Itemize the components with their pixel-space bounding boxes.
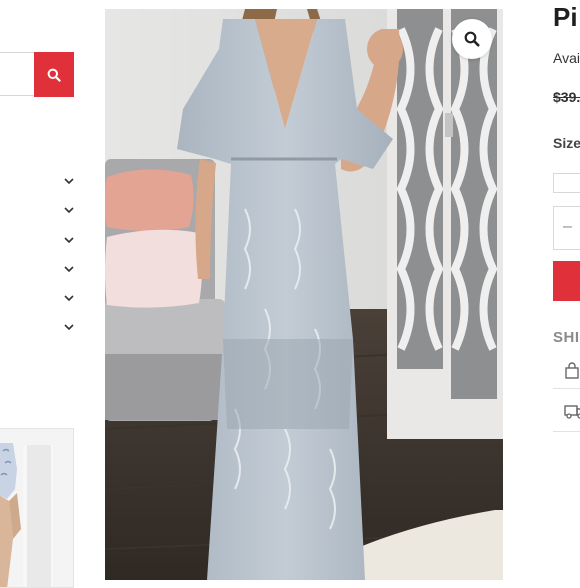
quantity-decrease-button[interactable]: – (563, 218, 572, 236)
dress-photo (105, 9, 503, 580)
zoom-button[interactable] (452, 19, 492, 59)
size-select[interactable] (553, 173, 580, 193)
filter-toggle-6[interactable] (62, 320, 76, 334)
add-to-cart-button[interactable] (553, 261, 580, 301)
shipping-divider (553, 431, 580, 432)
filter-toggle-3[interactable] (62, 233, 76, 247)
chevron-down-icon (64, 236, 74, 243)
filter-toggle-5[interactable] (62, 291, 76, 305)
search-icon (47, 68, 61, 82)
availability-text: Avai (553, 50, 580, 66)
thumbnail-image (0, 429, 73, 587)
product-price: $39. (553, 89, 580, 105)
product-thumbnail[interactable] (0, 428, 74, 588)
search-button[interactable] (34, 52, 74, 97)
size-label: Size (553, 135, 580, 151)
shopping-bag-icon (565, 362, 579, 379)
filter-toggle-2[interactable] (62, 203, 76, 217)
shipping-row-truck (553, 392, 580, 432)
truck-icon (564, 405, 580, 419)
search-icon (464, 31, 480, 47)
search-input[interactable] (0, 52, 36, 96)
filter-toggle-4[interactable] (62, 262, 76, 276)
product-main-image (105, 9, 503, 580)
shipping-heading: SHI (553, 329, 580, 346)
chevron-down-icon (64, 294, 74, 301)
filter-toggle-1[interactable] (62, 174, 76, 188)
chevron-down-icon (64, 206, 74, 213)
chevron-down-icon (64, 265, 74, 272)
shipping-divider (553, 388, 580, 389)
chevron-down-icon (64, 177, 74, 184)
chevron-down-icon (64, 323, 74, 330)
product-title: Pi (553, 2, 578, 32)
shipping-row-bag (553, 352, 580, 392)
